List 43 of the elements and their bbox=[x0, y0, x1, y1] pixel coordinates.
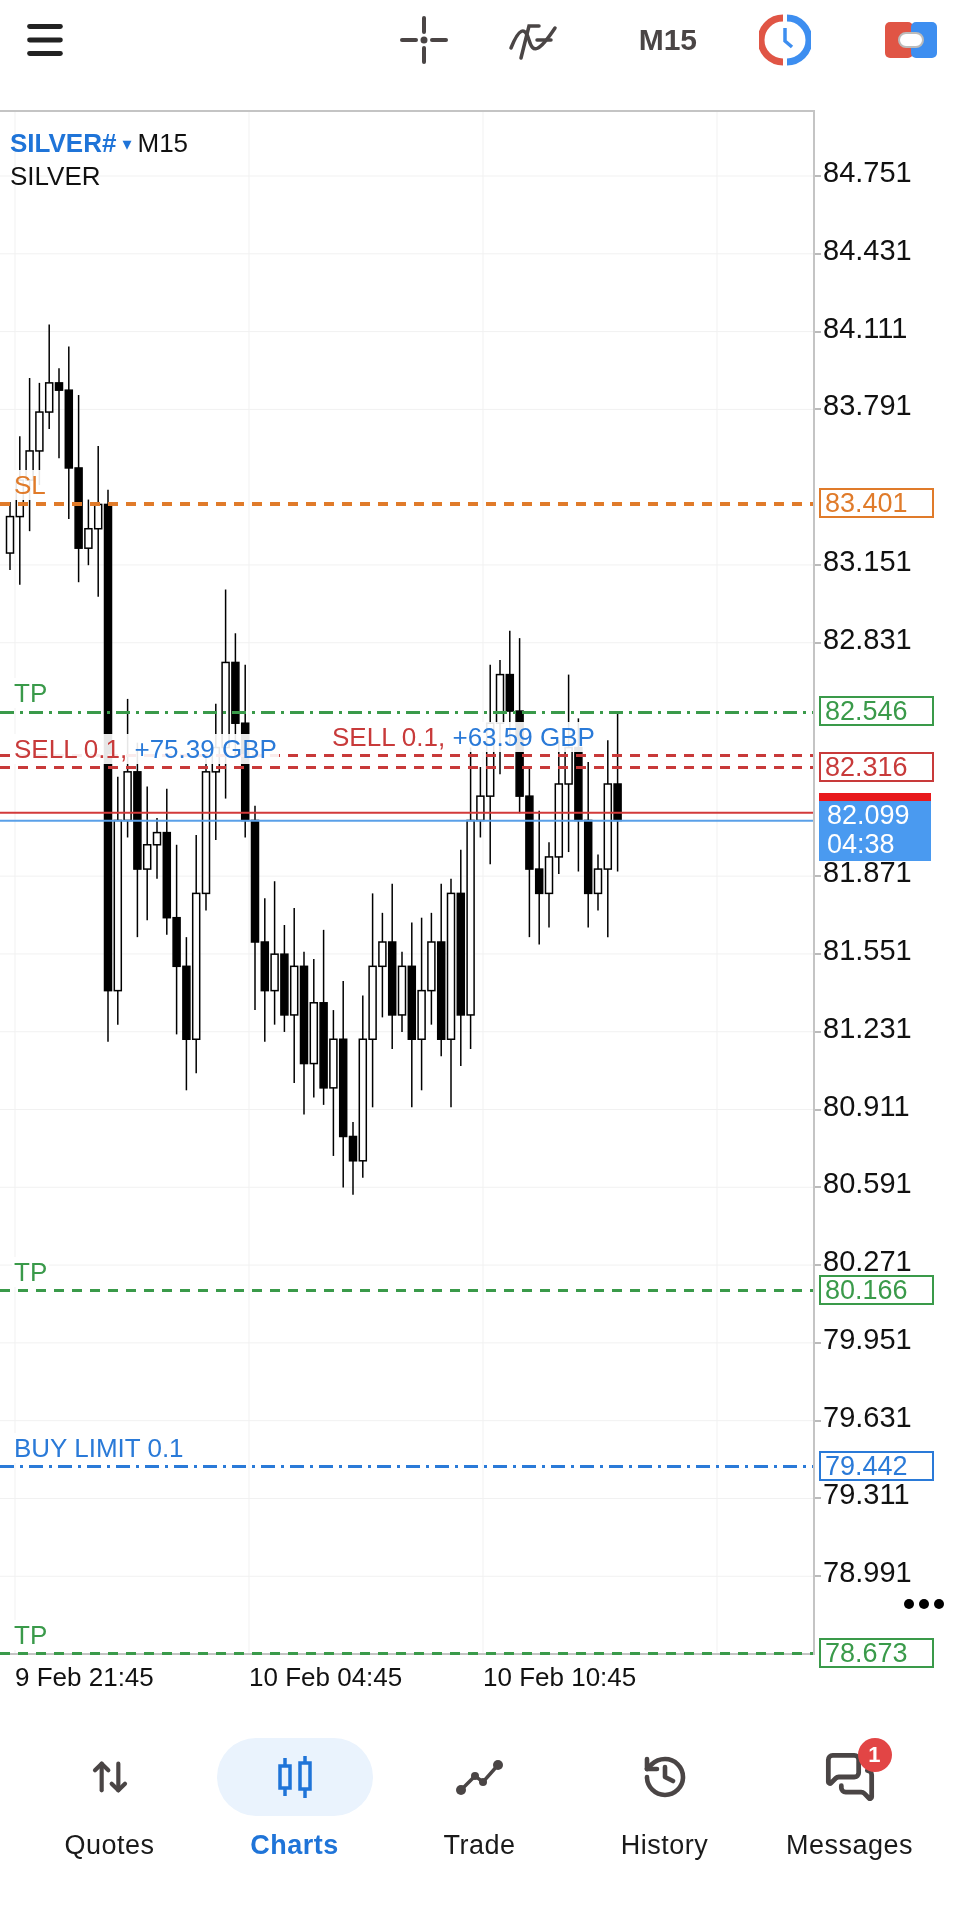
price-tick: 83.151 bbox=[815, 546, 912, 575]
price-tick: 78.991 bbox=[815, 1558, 912, 1587]
nav-tab[interactable]: Trade bbox=[387, 1738, 572, 1868]
nav-tab[interactable]: Quotes bbox=[17, 1738, 202, 1868]
price-tick: 81.231 bbox=[815, 1013, 912, 1042]
time-label: 10 Feb 10:45 bbox=[483, 1662, 638, 1693]
price-tick: 84.751 bbox=[815, 158, 912, 186]
chart-timeframe: M15 bbox=[137, 128, 189, 159]
price-tick: 83.791 bbox=[815, 391, 912, 420]
price-tick: 79.311 bbox=[815, 1480, 910, 1509]
take-profit-price-tag[interactable]: 82.546 bbox=[819, 696, 934, 727]
stop-loss-label: SL bbox=[12, 470, 48, 501]
symbol-name[interactable]: SILVER# bbox=[10, 128, 117, 159]
unread-badge: 1 bbox=[857, 1738, 892, 1772]
take-profit-price-tag[interactable]: 80.166 bbox=[819, 1274, 934, 1305]
price-tick: 84.111 bbox=[815, 313, 908, 342]
price-tick: 80.911 bbox=[815, 1091, 910, 1120]
take-profit-price-tag[interactable]: 78.673 bbox=[819, 1637, 934, 1668]
price-tick: 80.591 bbox=[815, 1169, 912, 1198]
sell-order-label: SELL 0.1, +75.39 GBP bbox=[12, 733, 279, 764]
caret-icon[interactable]: ▾ bbox=[122, 132, 132, 155]
price-tick: 81.871 bbox=[815, 858, 912, 887]
price-tick: 79.951 bbox=[815, 1324, 912, 1353]
take-profit-label: TP bbox=[12, 1256, 50, 1287]
current-price: 82.099 bbox=[827, 800, 911, 830]
price-tick: 82.831 bbox=[815, 624, 912, 653]
more-icon[interactable] bbox=[903, 1598, 945, 1611]
price-tick: 80.271 bbox=[815, 1247, 912, 1276]
bar-countdown: 04:38 bbox=[827, 829, 896, 859]
stop-loss-price-tag[interactable]: 83.401 bbox=[819, 488, 934, 519]
nav-tab[interactable]: History bbox=[572, 1738, 757, 1868]
price-tick: 81.551 bbox=[815, 935, 912, 964]
buy-limit-price-tag[interactable]: 79.442 bbox=[819, 1450, 934, 1481]
symbol-description: SILVER bbox=[10, 161, 101, 192]
timeframe-button[interactable]: M15 bbox=[632, 19, 703, 61]
sell-order-label: SELL 0.1, +63.59 GBP bbox=[330, 721, 597, 752]
price-tick: 84.431 bbox=[815, 235, 912, 264]
sell-order-price-tag[interactable]: 82.316 bbox=[819, 751, 934, 782]
time-label: 9 Feb 21:45 bbox=[15, 1662, 155, 1693]
time-label: 10 Feb 04:45 bbox=[249, 1662, 404, 1693]
nav-tab[interactable]: 1 Messages bbox=[757, 1738, 942, 1868]
price-tick: 79.631 bbox=[815, 1402, 912, 1431]
buy-limit-label: BUY LIMIT 0.1 bbox=[12, 1432, 186, 1463]
